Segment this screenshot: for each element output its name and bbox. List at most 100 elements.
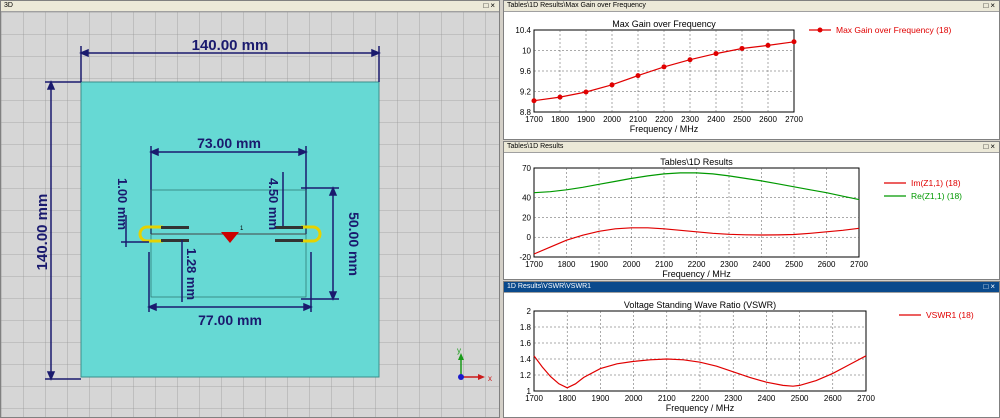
vswr-chart[interactable]: Voltage Standing Wave Ratio (VSWR)1700 18… xyxy=(504,293,999,417)
close-icon[interactable]: × xyxy=(990,142,997,151)
window-buttons[interactable]: □× xyxy=(483,1,497,11)
x-tick-label: 2000 xyxy=(625,394,643,403)
x-tick-label: 1900 xyxy=(592,394,610,403)
y-tick-label: 1.8 xyxy=(520,323,532,332)
axis-y-label: y xyxy=(457,346,461,355)
impedance-panel[interactable]: Tables\1D Results □× Tables\1D Results 17… xyxy=(503,141,1000,280)
y-tick-label: 1.6 xyxy=(520,339,532,348)
data-point xyxy=(661,64,667,70)
x-tick-label: 1800 xyxy=(558,260,576,269)
max-gain-panel-title: Tables\1D Results\Max Gain over Frequenc… xyxy=(507,2,646,9)
x-tick-label: 2600 xyxy=(818,260,836,269)
x-tick-label: 2300 xyxy=(720,260,738,269)
x-tick-label: 2100 xyxy=(658,394,676,403)
x-axis-label: Frequency / MHz xyxy=(666,403,735,413)
x-tick-label: 2400 xyxy=(758,394,776,403)
x-tick-label: 2000 xyxy=(603,115,621,124)
legend-entry: Max Gain over Frequency (18) xyxy=(836,25,951,35)
view-3d-titlebar: 3D □× xyxy=(1,1,499,12)
chart-title: Max Gain over Frequency xyxy=(612,19,716,29)
x-tick-label: 2700 xyxy=(857,394,875,403)
y-tick-label: 10.4 xyxy=(515,26,531,35)
data-point xyxy=(557,94,563,100)
view-3d-svg[interactable]: 140.00 mm 140.00 mm 73.00 mm 77.00 mm 50… xyxy=(1,12,499,417)
y-tick-label: 2 xyxy=(527,307,532,316)
cst-workspace: 3D □× 140.00 mm 140.00 mm 73.00 mm 77.00… xyxy=(0,0,1000,418)
data-point xyxy=(635,73,641,79)
y-tick-label: 8.8 xyxy=(520,108,532,117)
x-tick-label: 2700 xyxy=(785,115,803,124)
impedance-titlebar: Tables\1D Results □× xyxy=(504,142,999,153)
dim-feed-gap-label: 1.28 mm xyxy=(184,248,199,300)
axis-x-label: x xyxy=(488,374,492,383)
x-tick-label: 2400 xyxy=(707,115,725,124)
x-tick-label: 2300 xyxy=(681,115,699,124)
x-tick-label: 2600 xyxy=(759,115,777,124)
dim-gap-left-label: 1.00 mm xyxy=(115,178,130,230)
x-tick-label: 2400 xyxy=(753,260,771,269)
x-tick-label: 2700 xyxy=(850,260,868,269)
window-buttons[interactable]: □× xyxy=(983,282,997,292)
x-tick-label: 2500 xyxy=(791,394,809,403)
window-buttons[interactable]: □× xyxy=(983,142,997,152)
vswr-titlebar: 1D Results\VSWR\VSWR1 □× xyxy=(504,282,999,293)
x-axis-label: Frequency / MHz xyxy=(630,124,699,134)
data-point xyxy=(713,51,719,57)
y-tick-label: 70 xyxy=(522,164,531,173)
legend-entry: Re(Z1,1) (18) xyxy=(911,191,962,201)
y-tick-label: 1.4 xyxy=(520,355,532,364)
dim-board-height-label: 140.00 mm xyxy=(34,194,51,271)
max-gain-chart[interactable]: Max Gain over Frequency1700 1800 1900 2000 2… xyxy=(504,12,999,139)
data-point xyxy=(739,45,745,51)
y-tick-label: 10 xyxy=(522,47,531,56)
close-icon[interactable]: × xyxy=(990,1,997,10)
y-tick-label: 20 xyxy=(522,213,531,222)
impedance-chart[interactable]: Tables\1D Results1700 1800 1900 2000 2100 220… xyxy=(504,153,999,279)
data-point xyxy=(765,42,771,48)
dim-inner-width-top-label: 73.00 mm xyxy=(197,135,261,151)
x-tick-label: 1800 xyxy=(551,115,569,124)
chart-title: Voltage Standing Wave Ratio (VSWR) xyxy=(624,300,776,310)
window-buttons[interactable]: □× xyxy=(983,1,997,11)
data-point xyxy=(687,57,693,63)
x-tick-label: 2100 xyxy=(629,115,647,124)
data-point xyxy=(531,98,537,104)
close-icon[interactable]: × xyxy=(990,282,997,291)
x-tick-label: 2500 xyxy=(785,260,803,269)
close-icon[interactable]: × xyxy=(490,1,497,10)
x-tick-label: 2200 xyxy=(655,115,673,124)
data-point xyxy=(609,82,615,88)
x-tick-label: 2300 xyxy=(724,394,742,403)
max-gain-panel[interactable]: Tables\1D Results\Max Gain over Frequenc… xyxy=(503,0,1000,140)
legend-entry: VSWR1 (18) xyxy=(926,310,974,320)
x-tick-label: 2000 xyxy=(623,260,641,269)
max-gain-titlebar: Tables\1D Results\Max Gain over Frequenc… xyxy=(504,1,999,12)
y-tick-label: 9.2 xyxy=(520,88,532,97)
vswr-panel-title: 1D Results\VSWR\VSWR1 xyxy=(507,283,592,290)
dim-board-width-label: 140.00 mm xyxy=(192,37,269,54)
x-tick-label: 1800 xyxy=(558,394,576,403)
view-3d-canvas[interactable]: 140.00 mm 140.00 mm 73.00 mm 77.00 mm 50… xyxy=(1,12,499,417)
x-tick-label: 1900 xyxy=(590,260,608,269)
x-axis-label: Frequency / MHz xyxy=(662,269,731,279)
dim-inner-height-label: 50.00 mm xyxy=(346,212,362,276)
legend-entry: Im(Z1,1) (18) xyxy=(911,178,961,188)
data-point xyxy=(583,89,589,95)
impedance-panel-title: Tables\1D Results xyxy=(507,143,564,150)
view-3d-panel[interactable]: 3D □× 140.00 mm 140.00 mm 73.00 mm 77.00… xyxy=(0,0,500,418)
y-tick-label: 1 xyxy=(527,387,532,396)
chart-title: Tables\1D Results xyxy=(660,157,733,167)
x-tick-label: 2200 xyxy=(691,394,709,403)
x-tick-label: 2600 xyxy=(824,394,842,403)
vswr-panel[interactable]: 1D Results\VSWR\VSWR1 □× Voltage Standin… xyxy=(503,281,1000,418)
x-tick-label: 2200 xyxy=(688,260,706,269)
dim-inner-width-bottom-label: 77.00 mm xyxy=(198,312,262,328)
x-tick-label: 2500 xyxy=(733,115,751,124)
x-tick-label: 1900 xyxy=(577,115,595,124)
view-3d-title: 3D xyxy=(4,2,13,9)
data-point xyxy=(791,39,797,45)
dim-gap-right-label: 4.50 mm xyxy=(266,178,281,230)
y-tick-label: 9.6 xyxy=(520,67,532,76)
y-tick-label: -20 xyxy=(519,253,531,262)
legend-marker xyxy=(817,27,823,33)
